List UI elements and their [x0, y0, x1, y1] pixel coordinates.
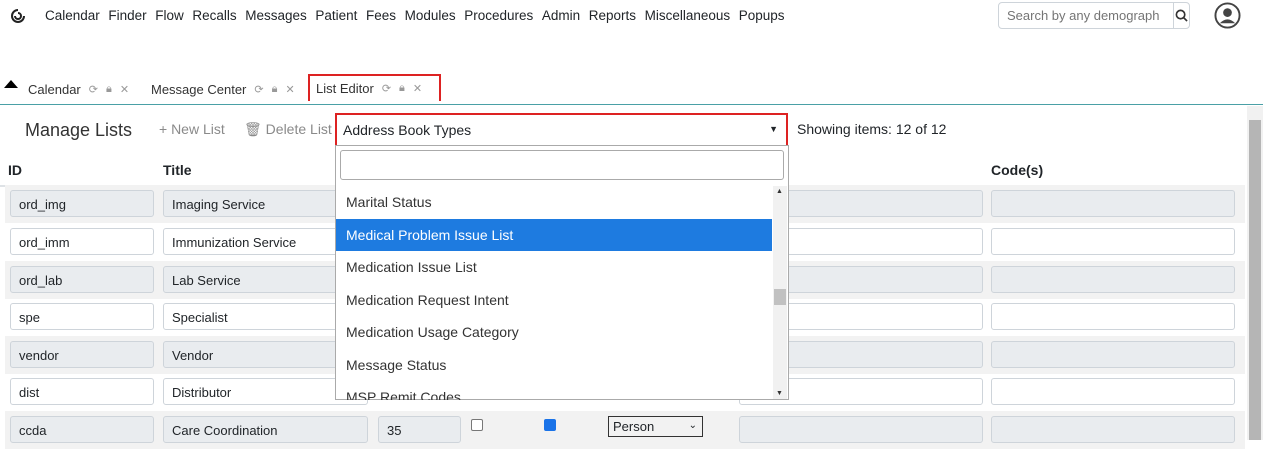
page-title: Manage Lists — [25, 120, 133, 140]
tab-bar: Calendar ⟳ 🔒︎ ✕ Message Center ⟳ 🔒︎ ✕ Li… — [0, 74, 1263, 105]
menu-popups[interactable]: Popups — [739, 8, 785, 23]
refresh-icon[interactable]: ⟳ — [254, 83, 263, 96]
close-icon[interactable]: ✕ — [120, 83, 129, 96]
lock-icon[interactable]: 🔒︎ — [106, 83, 112, 96]
demographic-search — [998, 2, 1190, 29]
trash-icon: 🗑︎ — [244, 121, 262, 137]
list-select-dropdown: Marital Status Medical Problem Issue Lis… — [335, 145, 789, 400]
list-select-value: Address Book Types — [343, 122, 472, 138]
id-field[interactable]: ord_img — [10, 190, 154, 217]
lock-icon[interactable]: 🔒︎ — [272, 83, 278, 96]
menu-reports[interactable]: Reports — [589, 8, 636, 23]
tab-label: Message Center — [151, 81, 247, 97]
menu-miscellaneous[interactable]: Miscellaneous — [645, 8, 731, 23]
dropdown-options: Marital Status Medical Problem Issue Lis… — [336, 186, 772, 400]
collapse-caret-icon[interactable] — [4, 80, 18, 88]
menu-admin[interactable]: Admin — [542, 8, 580, 23]
codes-field[interactable] — [991, 416, 1235, 443]
refresh-icon[interactable]: ⟳ — [89, 83, 98, 96]
menu-recalls[interactable]: Recalls — [192, 8, 236, 23]
dropdown-option[interactable]: Message Status — [336, 349, 772, 382]
scrollbar-thumb[interactable] — [1249, 120, 1261, 440]
new-list-button[interactable]: + New List — [159, 121, 225, 137]
search-input[interactable] — [999, 3, 1173, 28]
tab-list-editor[interactable]: List Editor ⟳ 🔒︎ ✕ — [308, 74, 441, 101]
scroll-down-icon[interactable]: ▼ — [776, 390, 783, 397]
search-button[interactable] — [1173, 3, 1189, 28]
default-checkbox[interactable] — [471, 419, 483, 431]
menu-finder[interactable]: Finder — [108, 8, 146, 23]
tab-label: List Editor — [316, 81, 374, 96]
menu-procedures[interactable]: Procedures — [464, 8, 533, 23]
id-field[interactable]: ord_lab — [10, 266, 154, 293]
chevron-down-icon: ⌄ — [688, 420, 697, 431]
dropdown-option[interactable]: Medication Request Intent — [336, 284, 772, 317]
id-field[interactable]: ord_imm — [10, 228, 154, 255]
scroll-up-icon[interactable]: ▲ — [776, 188, 783, 195]
close-icon[interactable]: ✕ — [285, 83, 294, 96]
search-icon — [1175, 9, 1188, 22]
menu-patient[interactable]: Patient — [315, 8, 357, 23]
delete-list-label: Delete List — [265, 121, 332, 137]
refresh-icon[interactable]: ⟳ — [382, 82, 391, 95]
active-checkbox[interactable] — [544, 419, 556, 431]
codes-field[interactable] — [991, 228, 1235, 255]
dropdown-option[interactable]: Marital Status — [336, 186, 772, 219]
id-field[interactable]: ccda — [10, 416, 154, 443]
dropdown-search-input[interactable] — [340, 150, 784, 180]
menu-modules[interactable]: Modules — [405, 8, 456, 23]
type-select-value: Person — [613, 419, 655, 434]
user-avatar-icon[interactable] — [1214, 2, 1241, 29]
lock-icon[interactable]: 🔒︎ — [399, 82, 405, 95]
dropdown-scrollbar[interactable]: ▲ ▼ — [773, 186, 787, 399]
codes-field[interactable] — [991, 378, 1235, 405]
column-id: ID — [8, 162, 22, 178]
main-menu: Calendar Finder Flow Recalls Messages Pa… — [45, 8, 793, 23]
column-title: Title — [163, 162, 192, 178]
app-logo-icon[interactable] — [10, 8, 26, 24]
notes-field[interactable] — [739, 416, 983, 443]
page-scrollbar[interactable] — [1247, 106, 1263, 440]
list-select[interactable]: Address Book Types ▼ — [335, 113, 788, 147]
chevron-down-icon: ▼ — [769, 124, 778, 134]
tab-label: Calendar — [28, 81, 81, 97]
delete-list-button[interactable]: 🗑︎ Delete List — [244, 121, 332, 138]
menu-flow[interactable]: Flow — [155, 8, 184, 23]
dropdown-option[interactable]: Medication Issue List — [336, 251, 772, 284]
menu-fees[interactable]: Fees — [366, 8, 396, 23]
tab-calendar[interactable]: Calendar ⟳ 🔒︎ ✕ — [28, 76, 129, 102]
scrollbar-thumb[interactable] — [774, 289, 786, 305]
dropdown-option-highlighted[interactable]: Medical Problem Issue List — [336, 218, 772, 251]
id-field[interactable]: dist — [10, 378, 154, 405]
codes-field[interactable] — [991, 303, 1235, 330]
tab-message-center[interactable]: Message Center ⟳ 🔒︎ ✕ — [151, 76, 295, 102]
id-field[interactable]: spe — [10, 303, 154, 330]
codes-field[interactable] — [991, 190, 1235, 217]
dropdown-option[interactable]: MSP Remit Codes — [336, 381, 772, 400]
showing-count: Showing items: 12 of 12 — [797, 121, 947, 137]
order-field[interactable]: 35 — [378, 416, 461, 443]
id-field[interactable]: vendor — [10, 341, 154, 368]
codes-field[interactable] — [991, 266, 1235, 293]
menu-messages[interactable]: Messages — [245, 8, 307, 23]
title-field[interactable]: Care Coordination — [163, 416, 368, 443]
type-select[interactable]: Person ⌄ — [608, 416, 703, 437]
menu-calendar[interactable]: Calendar — [45, 8, 100, 23]
column-codes: Code(s) — [991, 162, 1044, 178]
close-icon[interactable]: ✕ — [413, 82, 422, 95]
dropdown-option[interactable]: Medication Usage Category — [336, 316, 772, 349]
top-navbar: Calendar Finder Flow Recalls Messages Pa… — [0, 0, 1263, 34]
codes-field[interactable] — [991, 341, 1235, 368]
